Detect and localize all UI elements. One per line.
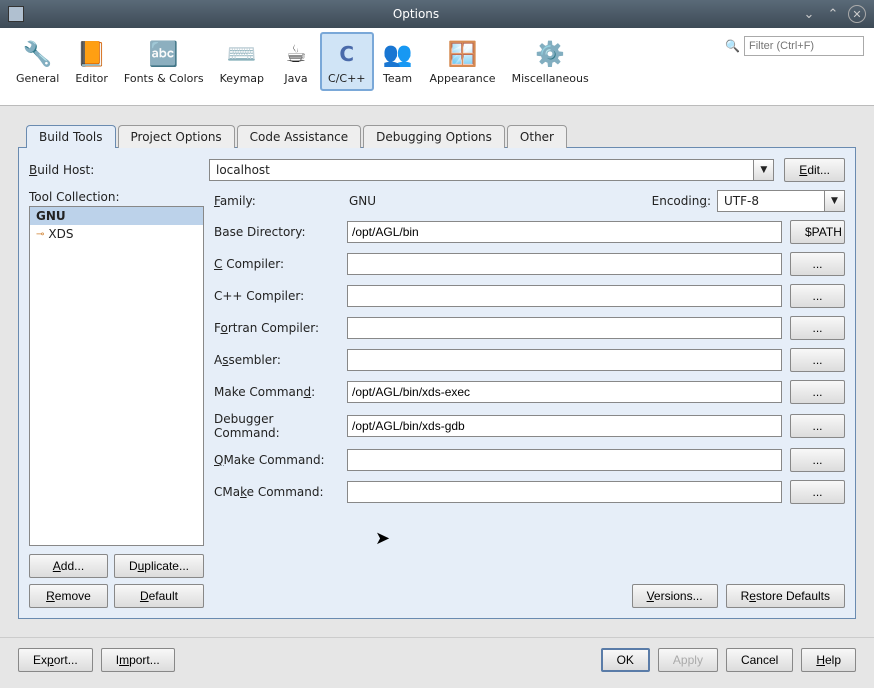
versions-button[interactable]: Versions... [632,584,718,608]
browse-button[interactable]: ... [790,414,845,438]
cpp-compiler-label: C++ Compiler: [214,289,339,303]
apply-button: Apply [658,648,718,672]
path-button[interactable]: $PATH [790,220,845,244]
build-tools-panel: Build Host: localhost ▼ Edit... Tool Col… [18,147,856,619]
tab-other[interactable]: Other [507,125,567,148]
build-host-label: Build Host: [29,163,199,177]
category-toolbar: 🔧 General 📙 Editor 🔤 Fonts & Colors ⌨️ K… [0,28,874,106]
import-button[interactable]: Import... [101,648,175,672]
titlebar: Options ⌄ ⌃ ✕ [0,0,874,28]
category-fonts-colors[interactable]: 🔤 Fonts & Colors [116,32,212,91]
default-button[interactable]: Default [114,584,204,608]
help-button[interactable]: Help [801,648,856,672]
remove-button[interactable]: Remove [29,584,108,608]
export-button[interactable]: Export... [18,648,93,672]
cmake-label: CMake Command: [214,485,339,499]
tab-build-tools[interactable]: Build Tools [26,125,116,148]
category-appearance[interactable]: 🪟 Appearance [422,32,504,91]
browse-button[interactable]: ... [790,480,845,504]
minimize-icon[interactable]: ⌄ [800,5,818,23]
category-ccpp[interactable]: C C/C++ [320,32,374,91]
base-directory-input[interactable] [347,221,782,243]
team-icon: 👥 [382,38,414,70]
chevron-down-icon: ▼ [824,191,844,211]
java-icon: ☕ [280,38,312,70]
browse-button[interactable]: ... [790,380,845,404]
search-icon: 🔍 [725,39,740,53]
list-item[interactable]: ⊸ XDS [30,225,203,243]
cmake-input[interactable] [347,481,782,503]
browse-button[interactable]: ... [790,284,845,308]
ok-button[interactable]: OK [601,648,650,672]
tool-collection-list[interactable]: GNU ⊸ XDS [29,206,204,546]
dialog-footer: Export... Import... OK Apply Cancel Help [0,637,874,688]
build-host-combo[interactable]: localhost ▼ [209,159,774,181]
category-general[interactable]: 🔧 General [8,32,67,91]
tab-debugging-options[interactable]: Debugging Options [363,125,505,148]
list-item[interactable]: GNU [30,207,203,225]
family-value: GNU [347,194,644,208]
edit-host-button[interactable]: Edit... [784,158,845,182]
category-keymap[interactable]: ⌨️ Keymap [212,32,272,91]
tab-code-assistance[interactable]: Code Assistance [237,125,361,148]
debugger-input[interactable] [347,415,782,437]
fortran-input[interactable] [347,317,782,339]
keyboard-icon: ⌨️ [226,38,258,70]
gear-icon: ⚙️ [534,38,566,70]
duplicate-button[interactable]: Duplicate... [114,554,204,578]
add-button[interactable]: Add... [29,554,108,578]
appearance-icon: 🪟 [447,38,479,70]
tab-project-options[interactable]: Project Options [118,125,235,148]
fonts-icon: 🔤 [148,38,180,70]
browse-button[interactable]: ... [790,252,845,276]
window-title: Options [32,7,800,21]
debugger-label: Debugger Command: [214,412,339,440]
assembler-input[interactable] [347,349,782,371]
browse-button[interactable]: ... [790,316,845,340]
category-team[interactable]: 👥 Team [374,32,422,91]
category-editor[interactable]: 📙 Editor [67,32,116,91]
encoding-label: Encoding: [652,194,711,208]
fortran-label: Fortran Compiler: [214,321,339,335]
maximize-icon[interactable]: ⌃ [824,5,842,23]
qmake-label: QMake Command: [214,453,339,467]
qmake-input[interactable] [347,449,782,471]
assembler-label: Assembler: [214,353,339,367]
c-compiler-label: C Compiler: [214,257,339,271]
cpp-compiler-input[interactable] [347,285,782,307]
filter-input[interactable] [744,36,864,56]
make-label: Make Command: [214,385,339,399]
category-miscellaneous[interactable]: ⚙️ Miscellaneous [504,32,597,91]
editor-icon: 📙 [76,38,108,70]
tab-bar: Build Tools Project Options Code Assista… [26,124,856,147]
browse-button[interactable]: ... [790,448,845,472]
restore-defaults-button[interactable]: Restore Defaults [726,584,845,608]
family-label: Family: [214,194,339,208]
encoding-combo[interactable]: UTF-8 ▼ [717,190,845,212]
base-dir-label: Base Directory: [214,225,339,239]
chevron-down-icon: ▼ [753,160,773,180]
browse-button[interactable]: ... [790,348,845,372]
cancel-button[interactable]: Cancel [726,648,793,672]
tool-collection-label: Tool Collection: [29,190,204,204]
ccpp-icon: C [331,38,363,70]
category-java[interactable]: ☕ Java [272,32,320,91]
app-icon [8,6,24,22]
c-compiler-input[interactable] [347,253,782,275]
make-input[interactable] [347,381,782,403]
key-icon: ⊸ [36,229,44,240]
wrench-icon: 🔧 [22,38,54,70]
close-icon[interactable]: ✕ [848,5,866,23]
